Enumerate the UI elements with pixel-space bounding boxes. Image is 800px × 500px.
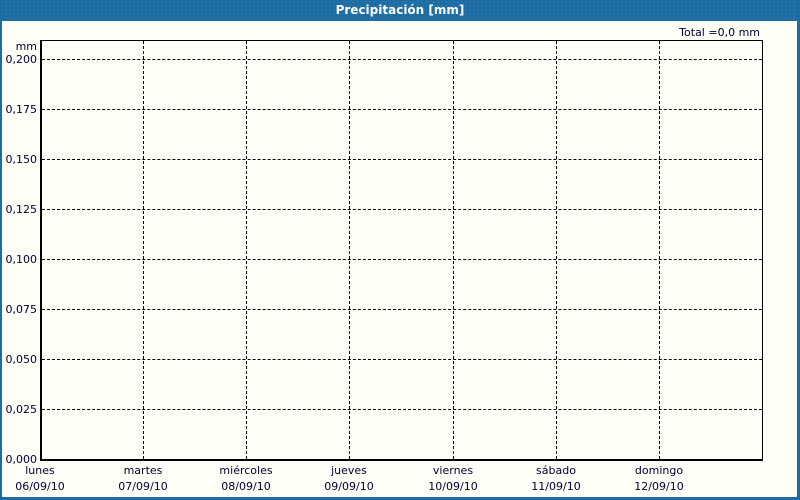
x-tick-day: viernes	[432, 464, 474, 477]
y-tick-label: 0,050	[5, 353, 38, 366]
x-tick-day: martes	[123, 464, 163, 477]
h-gridline	[42, 109, 762, 110]
x-axis-labels: lunes 06/09/10 martes 07/09/10 miércoles 08/0…	[2, 464, 797, 496]
window-titlebar: Precipitación [mm]	[2, 0, 797, 21]
x-tick-date: 08/09/10	[221, 480, 271, 493]
v-gridline	[453, 41, 454, 459]
y-tick-label: 0,125	[5, 203, 38, 216]
h-gridline	[42, 209, 762, 210]
y-tick-label: 0,150	[5, 153, 38, 166]
v-gridline	[349, 41, 350, 459]
y-tick-label: 0,200	[5, 53, 38, 66]
x-tick-date: 12/09/10	[634, 480, 684, 493]
x-tick-day: jueves	[331, 464, 367, 477]
x-tick-label: sábado 11/09/10	[501, 464, 611, 494]
v-gridline	[246, 41, 247, 459]
x-tick-date: 10/09/10	[428, 480, 478, 493]
x-tick-date: 11/09/10	[531, 480, 581, 493]
h-gridline	[42, 359, 762, 360]
x-tick-label: miércoles 08/09/10	[191, 464, 301, 494]
y-tick-label: 0,075	[5, 303, 38, 316]
y-tick-label: 0,175	[5, 103, 38, 116]
x-tick-date: 06/09/10	[15, 480, 65, 493]
x-tick-label: viernes 10/09/10	[398, 464, 508, 494]
chart-window: Precipitación [mm] Total =0,0 mm mm 0,20…	[0, 0, 800, 500]
v-gridline	[659, 41, 660, 459]
x-tick-day: domingo	[634, 464, 684, 477]
h-gridline	[42, 309, 762, 310]
v-gridline	[143, 41, 144, 459]
x-tick-date: 09/09/10	[324, 480, 374, 493]
x-tick-label: martes 07/09/10	[88, 464, 198, 494]
x-tick-label: domingo 12/09/10	[604, 464, 714, 494]
h-gridline	[42, 409, 762, 410]
v-gridline	[556, 41, 557, 459]
h-gridline	[42, 259, 762, 260]
x-tick-day: sábado	[536, 464, 576, 477]
h-gridline	[42, 159, 762, 160]
h-gridline	[42, 59, 762, 60]
x-tick-label: jueves 09/09/10	[294, 464, 404, 494]
x-tick-label: lunes 06/09/10	[2, 464, 95, 494]
chart-title: Precipitación [mm]	[335, 3, 465, 17]
y-tick-label: 0,100	[5, 253, 38, 266]
y-tick-label: 0,025	[5, 403, 38, 416]
y-axis-labels: 0,200 0,175 0,150 0,125 0,100 0,075 0,050 0,025…	[2, 40, 38, 466]
x-tick-day: miércoles	[219, 464, 273, 477]
x-tick-date: 07/09/10	[118, 480, 168, 493]
x-tick-day: lunes	[25, 464, 55, 477]
plot-area	[40, 40, 763, 461]
total-annotation: Total =0,0 mm	[679, 26, 760, 39]
